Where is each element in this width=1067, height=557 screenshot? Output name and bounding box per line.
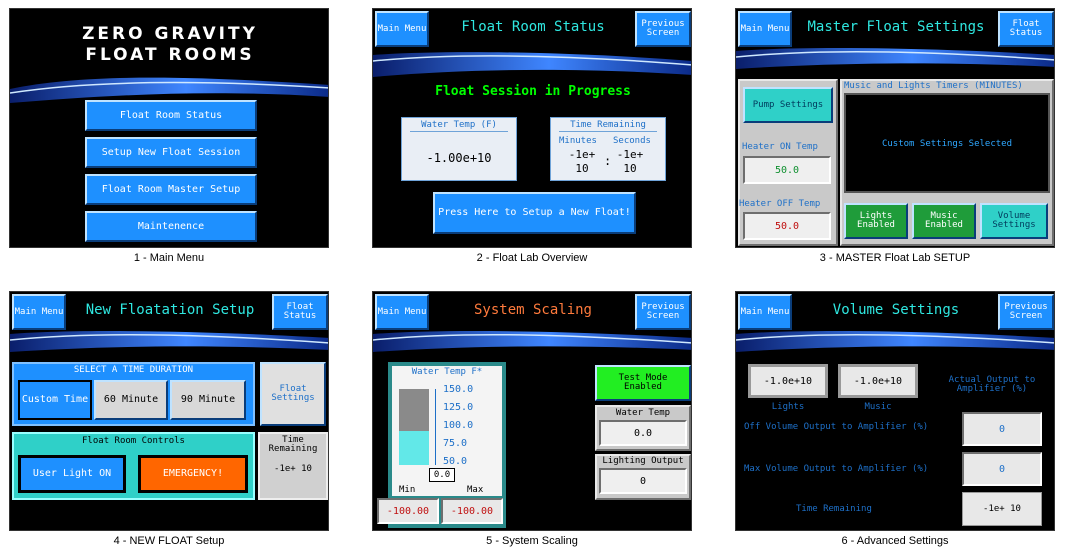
gauge-tick: 150.0 bbox=[443, 384, 474, 395]
max-volume-value[interactable]: 0 bbox=[962, 452, 1042, 486]
heater-on-label: Heater ON Temp bbox=[742, 142, 818, 152]
music-value: -1.0e+10 bbox=[838, 364, 918, 398]
wave-graphic bbox=[736, 331, 1054, 352]
previous-screen-button[interactable]: Previous Screen bbox=[998, 294, 1054, 330]
time-remaining-label: Time Remaining bbox=[570, 120, 646, 130]
float-status-button[interactable]: Float Status bbox=[998, 11, 1054, 47]
time-remaining-label: Time Remaining bbox=[268, 435, 318, 454]
gauge-tick: 125.0 bbox=[443, 402, 474, 413]
time-colon: : bbox=[604, 154, 612, 168]
previous-screen-button[interactable]: Previous Screen bbox=[635, 294, 691, 330]
heater-off-label: Heater OFF Temp bbox=[739, 199, 821, 209]
float-settings-button[interactable]: Float Settings bbox=[260, 362, 326, 426]
main-menu-button[interactable]: Main Menu bbox=[738, 294, 792, 330]
custom-settings-text: Custom Settings Selected bbox=[881, 139, 1013, 149]
page-title: System Scaling bbox=[473, 302, 592, 318]
page-title: New Floatation Setup bbox=[85, 302, 255, 318]
custom-time-button[interactable]: Custom Time bbox=[18, 380, 92, 420]
music-label: Music bbox=[864, 402, 892, 412]
min-value[interactable]: -100.00 bbox=[377, 498, 439, 524]
off-volume-value[interactable]: 0 bbox=[962, 412, 1042, 446]
lights-enabled-button[interactable]: Lights Enabled bbox=[844, 203, 908, 239]
time-remaining-label: Time Remaining bbox=[796, 504, 872, 514]
screen-new-floatation-setup: Main Menu New Floatation Setup Float Sta… bbox=[9, 291, 329, 531]
caption-1: 1 - Main Menu bbox=[133, 252, 205, 264]
minutes-value: -1e+ 10 bbox=[568, 148, 596, 175]
screen-system-scaling: Main Menu System Scaling Previous Screen… bbox=[372, 291, 692, 531]
main-menu-button[interactable]: Main Menu bbox=[375, 11, 429, 47]
minutes-label: Minutes bbox=[559, 136, 597, 146]
seconds-value: -1e+ 10 bbox=[616, 148, 644, 175]
lighting-output-label: Lighting Output bbox=[602, 456, 684, 466]
max-volume-label: Max Volume Output to Amplifier (%) bbox=[744, 464, 929, 474]
gauge-tick: 75.0 bbox=[443, 438, 468, 449]
gauge-tick: 100.0 bbox=[443, 420, 474, 431]
time-remaining-value: -1e+ 10 bbox=[962, 492, 1042, 526]
caption-2: 2 - Float Lab Overview bbox=[476, 252, 588, 264]
page-title: Volume Settings bbox=[832, 302, 960, 318]
main-menu-button[interactable]: Main Menu bbox=[738, 11, 792, 47]
off-volume-label: Off Volume Output to Amplifier (%) bbox=[744, 422, 929, 432]
60-minute-button[interactable]: 60 Minute bbox=[94, 380, 168, 420]
lighting-output-value: 0 bbox=[599, 468, 687, 494]
lights-label: Lights bbox=[771, 402, 805, 412]
heater-on-value[interactable]: 50.0 bbox=[743, 156, 831, 184]
master-setup-button[interactable]: Float Room Master Setup bbox=[85, 174, 257, 205]
screen-main-menu: ZERO GRAVITY FLOAT ROOMS Float Room Stat… bbox=[9, 8, 329, 248]
water-temp-label: Water Temp bbox=[615, 408, 671, 418]
caption-6: 6 - Advanced Settings bbox=[841, 535, 949, 547]
float-room-status-button[interactable]: Float Room Status bbox=[85, 100, 257, 131]
music-enabled-button[interactable]: Music Enabled bbox=[912, 203, 976, 239]
emergency-button[interactable]: EMERGENCY! bbox=[138, 455, 248, 493]
logo-line-2: FLOAT ROOMS bbox=[85, 45, 255, 65]
gauge-value: 0.0 bbox=[429, 468, 455, 482]
page-title: Float Room Status bbox=[461, 19, 605, 35]
main-menu-button[interactable]: Main Menu bbox=[375, 294, 429, 330]
water-temp-value: -1.00e+10 bbox=[426, 151, 492, 165]
setup-new-float-button[interactable]: Press Here to Setup a New Float! bbox=[433, 192, 636, 234]
water-temp-value: 0.0 bbox=[599, 420, 687, 446]
gauge-bar-fill bbox=[399, 431, 429, 465]
page-title: Master Float Settings bbox=[807, 19, 985, 35]
90-minute-button[interactable]: 90 Minute bbox=[170, 380, 246, 420]
gauge-bar-empty bbox=[399, 389, 429, 431]
water-temp-panel: Water Temp (F) -1.00e+10 bbox=[401, 117, 517, 181]
caption-4: 4 - NEW FLOAT Setup bbox=[113, 535, 225, 547]
lights-value: -1.0e+10 bbox=[748, 364, 828, 398]
screen-master-float-settings: Main Menu Master Float Settings Float St… bbox=[735, 8, 1055, 248]
test-mode-button[interactable]: Test Mode Enabled bbox=[595, 365, 691, 401]
user-light-button[interactable]: User Light ON bbox=[18, 455, 126, 493]
setup-new-float-button[interactable]: Setup New Float Session bbox=[85, 137, 257, 168]
time-remaining-panel: Time Remaining Minutes Seconds -1e+ 10 :… bbox=[550, 117, 666, 181]
caption-5: 5 - System Scaling bbox=[486, 535, 578, 547]
water-temp-label: Water Temp (F) bbox=[421, 120, 497, 130]
caption-3: 3 - MASTER Float Lab SETUP bbox=[819, 252, 971, 264]
maintenance-button[interactable]: Maintenence bbox=[85, 211, 257, 242]
heater-off-value[interactable]: 50.0 bbox=[743, 212, 831, 240]
min-label: Min bbox=[399, 485, 416, 495]
screen-volume-settings: Main Menu Volume Settings Previous Scree… bbox=[735, 291, 1055, 531]
controls-label: Float Room Controls bbox=[82, 436, 185, 446]
gauge-label: Water Temp F* bbox=[411, 367, 483, 377]
gauge-scale bbox=[435, 389, 436, 465]
gauge-tick: 50.0 bbox=[443, 456, 468, 467]
duration-label: SELECT A TIME DURATION bbox=[73, 365, 194, 375]
timers-label: Music and Lights Timers (MINUTES) bbox=[844, 81, 1023, 91]
wave-graphic bbox=[373, 52, 691, 77]
actual-output-label: Actual Output to Amplifier (%) bbox=[948, 375, 1036, 394]
previous-screen-button[interactable]: Previous Screen bbox=[635, 11, 691, 47]
volume-settings-button[interactable]: Volume Settings bbox=[980, 203, 1048, 239]
pump-settings-button[interactable]: Pump Settings bbox=[743, 87, 833, 123]
time-remaining-value: -1e+ 10 bbox=[274, 464, 312, 474]
logo-line-1: ZERO GRAVITY bbox=[82, 24, 258, 44]
screen-float-room-status: Main Menu Float Room Status Previous Scr… bbox=[372, 8, 692, 248]
float-status-button[interactable]: Float Status bbox=[272, 294, 328, 330]
seconds-label: Seconds bbox=[613, 136, 651, 146]
session-status: Float Session in Progress bbox=[435, 84, 631, 99]
main-menu-button[interactable]: Main Menu bbox=[12, 294, 66, 330]
max-label: Max bbox=[467, 485, 484, 495]
max-value[interactable]: -100.00 bbox=[441, 498, 503, 524]
